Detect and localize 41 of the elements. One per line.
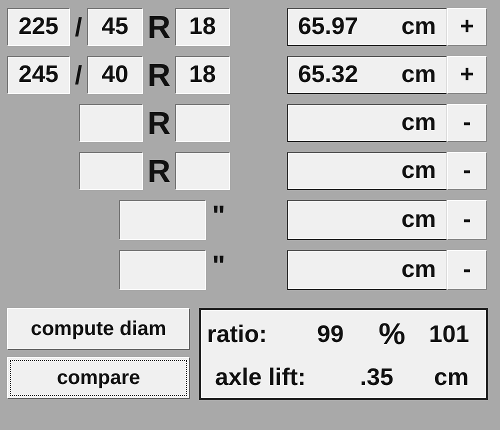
aspect-field[interactable]: 40 <box>87 56 143 94</box>
axle-lift-label: axle lift: <box>215 364 307 392</box>
diameter-output: 65.97 cm <box>287 8 447 46</box>
radial-label: R <box>146 8 172 46</box>
diameter-output: cm <box>287 104 447 142</box>
rim-field[interactable] <box>175 104 230 142</box>
rim-field[interactable]: 18 <box>175 8 230 46</box>
width-field[interactable]: 245 <box>7 56 70 94</box>
remove-button[interactable]: - <box>447 250 487 290</box>
width-field[interactable] <box>79 104 143 142</box>
add-button[interactable]: + <box>447 56 487 94</box>
diameter-output: 65.32 cm <box>287 56 447 94</box>
add-button[interactable]: + <box>447 8 487 46</box>
width-field[interactable]: 225 <box>7 8 70 46</box>
ratio-low: 99 <box>317 321 345 349</box>
diameter-inch-field[interactable] <box>119 250 206 290</box>
diameter-inch-field[interactable] <box>119 200 206 240</box>
radial-label: R <box>146 152 172 190</box>
ratio-label: ratio: <box>207 321 268 349</box>
inch-mark: " <box>212 250 226 282</box>
diameter-output: cm <box>287 152 447 190</box>
remove-button[interactable]: - <box>447 200 487 240</box>
ratio-high: 101 <box>429 321 470 349</box>
action-button[interactable]: compare <box>7 357 190 399</box>
remove-button[interactable]: - <box>447 104 487 142</box>
radial-label: R <box>146 56 172 94</box>
rim-field[interactable]: 18 <box>175 56 230 94</box>
separator: / <box>74 60 84 90</box>
action-button[interactable]: compute diam <box>7 308 190 350</box>
remove-button[interactable]: - <box>447 152 487 190</box>
rim-field[interactable] <box>175 152 230 190</box>
aspect-field[interactable]: 45 <box>87 8 143 46</box>
diameter-output: cm <box>287 250 447 290</box>
axle-lift-unit: cm <box>434 364 469 392</box>
width-field[interactable] <box>79 152 143 190</box>
diameter-output: cm <box>287 200 447 240</box>
inch-mark: " <box>212 200 226 232</box>
percent-sign: % <box>378 318 406 352</box>
radial-label: R <box>146 104 172 142</box>
separator: / <box>74 12 84 42</box>
axle-lift-value: .35 <box>360 364 394 392</box>
